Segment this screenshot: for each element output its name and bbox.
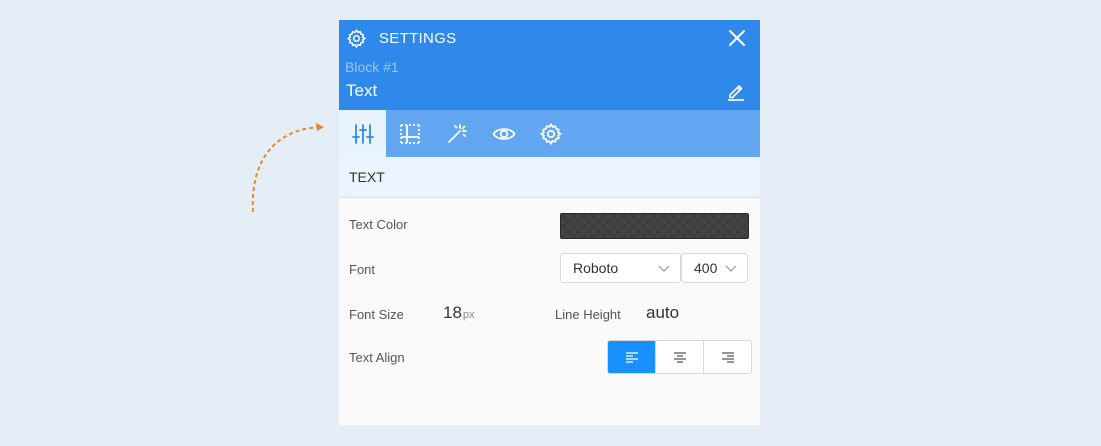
font-size-value: 18 bbox=[443, 303, 462, 322]
text-align-group bbox=[607, 340, 752, 374]
font-size-unit: px bbox=[462, 309, 475, 321]
gear-icon bbox=[539, 122, 562, 145]
gear-icon bbox=[346, 28, 367, 49]
text-color-row: Text Color bbox=[339, 200, 760, 243]
line-height-label: Line Height bbox=[555, 307, 621, 322]
text-color-label: Text Color bbox=[349, 217, 408, 232]
close-icon[interactable] bbox=[728, 29, 746, 47]
tab-layout[interactable] bbox=[386, 110, 433, 157]
font-row: Font Roboto 400 bbox=[339, 243, 760, 289]
align-left-icon bbox=[625, 352, 638, 363]
font-family-select[interactable]: Roboto bbox=[560, 253, 681, 283]
text-color-swatch[interactable] bbox=[560, 213, 749, 239]
align-center-icon bbox=[673, 352, 686, 363]
tab-bar bbox=[339, 110, 760, 157]
font-size-label: Font Size bbox=[349, 307, 404, 322]
annotation-arrow-icon bbox=[251, 123, 324, 213]
panel-title: SETTINGS bbox=[379, 30, 457, 47]
line-height-input[interactable]: auto bbox=[646, 303, 679, 323]
canvas: SETTINGS Block #1 Text TEXT Text Color F… bbox=[0, 0, 1101, 446]
sliders-icon bbox=[351, 123, 374, 144]
tab-visibility[interactable] bbox=[480, 110, 527, 157]
align-center-button[interactable] bbox=[656, 341, 704, 373]
block-id-label: Block #1 bbox=[345, 59, 399, 75]
tab-style[interactable] bbox=[339, 110, 386, 157]
section-header[interactable]: TEXT bbox=[339, 157, 760, 198]
font-size-input[interactable]: 18px bbox=[443, 303, 475, 323]
align-left-button[interactable] bbox=[608, 341, 656, 373]
grid-icon bbox=[399, 123, 420, 144]
tab-effects[interactable] bbox=[433, 110, 480, 157]
panel-header: SETTINGS Block #1 Text bbox=[339, 20, 760, 110]
align-right-icon bbox=[721, 352, 734, 363]
block-name: Text bbox=[346, 81, 378, 100]
tab-advanced[interactable] bbox=[527, 110, 574, 157]
font-weight-select[interactable]: 400 bbox=[681, 253, 748, 283]
pencil-icon[interactable] bbox=[726, 81, 746, 101]
font-size-row: Font Size 18px Line Height auto bbox=[339, 289, 760, 330]
align-right-button[interactable] bbox=[704, 341, 751, 373]
settings-panel: SETTINGS Block #1 Text TEXT Text Color F… bbox=[339, 20, 760, 425]
font-weight-value: 400 bbox=[694, 260, 718, 276]
eye-icon bbox=[491, 127, 516, 140]
section-title: TEXT bbox=[349, 169, 385, 185]
font-family-value: Roboto bbox=[573, 260, 619, 276]
text-align-label: Text Align bbox=[349, 350, 405, 365]
magic-wand-icon bbox=[447, 123, 467, 143]
chevron-down-icon bbox=[725, 265, 737, 272]
text-align-row: Text Align bbox=[339, 330, 760, 380]
chevron-down-icon bbox=[658, 265, 670, 272]
font-label: Font bbox=[349, 262, 376, 277]
